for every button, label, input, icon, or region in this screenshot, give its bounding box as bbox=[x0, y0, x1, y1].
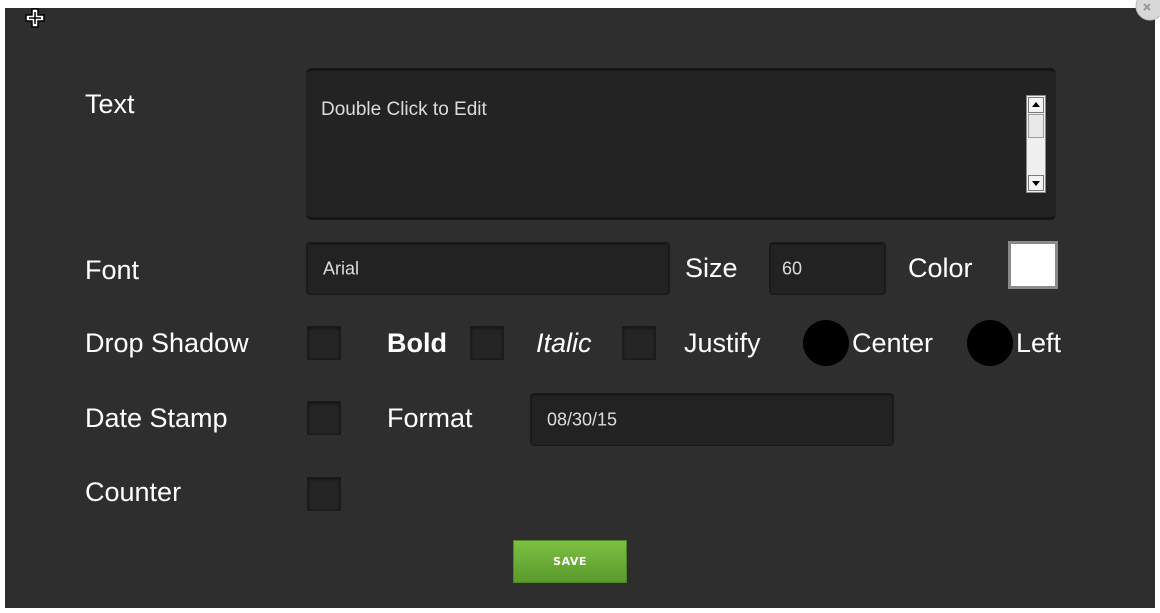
drop-shadow-label: Drop Shadow bbox=[85, 328, 249, 358]
size-input-value: 60 bbox=[782, 258, 803, 278]
font-input-value: Arial bbox=[323, 258, 360, 278]
close-icon[interactable] bbox=[1128, 0, 1160, 28]
text-settings-dialog: Text Double Click to Edit Font Arial Siz… bbox=[5, 8, 1155, 608]
scroll-up-button[interactable] bbox=[1028, 97, 1044, 113]
format-input[interactable]: 08/30/15 bbox=[530, 393, 894, 446]
scroll-thumb[interactable] bbox=[1028, 114, 1044, 138]
date-stamp-checkbox[interactable] bbox=[307, 401, 341, 435]
format-input-value: 08/30/15 bbox=[547, 409, 618, 429]
save-button[interactable]: SAVE bbox=[513, 540, 627, 583]
text-area[interactable]: Double Click to Edit bbox=[306, 68, 1056, 220]
font-label: Font bbox=[85, 255, 140, 285]
text-area-value: Double Click to Edit bbox=[321, 99, 487, 120]
counter-label: Counter bbox=[85, 477, 182, 507]
arrow-down-icon bbox=[1032, 181, 1040, 186]
justify-left-radio[interactable] bbox=[967, 320, 1013, 366]
color-label: Color bbox=[908, 253, 973, 283]
arrow-up-icon bbox=[1032, 102, 1040, 107]
counter-checkbox[interactable] bbox=[307, 477, 341, 511]
text-area-scrollbar[interactable] bbox=[1026, 95, 1046, 193]
justify-center-label: Center bbox=[852, 328, 934, 358]
bold-checkbox[interactable] bbox=[470, 326, 504, 360]
size-label: Size bbox=[685, 253, 738, 283]
justify-label: Justify bbox=[684, 328, 761, 358]
font-input[interactable]: Arial bbox=[306, 242, 670, 295]
justify-center-radio[interactable] bbox=[803, 320, 849, 366]
italic-label: Italic bbox=[536, 328, 592, 358]
text-label: Text bbox=[85, 89, 135, 119]
color-swatch[interactable] bbox=[1008, 241, 1058, 289]
size-input[interactable]: 60 bbox=[769, 242, 886, 295]
format-label: Format bbox=[387, 403, 473, 433]
scroll-down-button[interactable] bbox=[1028, 175, 1044, 191]
bold-label: Bold bbox=[387, 328, 447, 358]
move-icon[interactable] bbox=[25, 8, 45, 28]
justify-left-label: Left bbox=[1016, 328, 1062, 358]
italic-checkbox[interactable] bbox=[622, 326, 656, 360]
drop-shadow-checkbox[interactable] bbox=[307, 326, 341, 360]
date-stamp-label: Date Stamp bbox=[85, 403, 228, 433]
